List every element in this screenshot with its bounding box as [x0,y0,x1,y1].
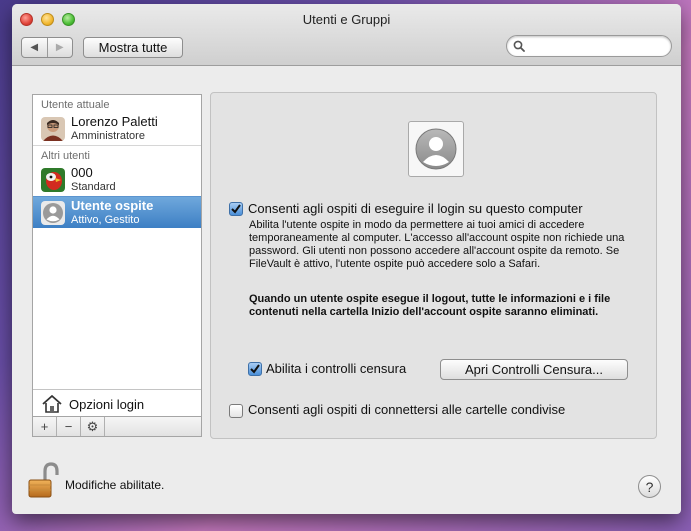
checkmark-icon [250,364,260,374]
user-item-000[interactable]: 000 Standard [33,164,201,196]
guest-settings-pane: Consenti agli ospiti di eseguire il logi… [210,92,657,439]
guest-avatar [41,201,65,225]
shared-folders-label[interactable]: Consenti agli ospiti di connettersi alle… [248,402,565,417]
lock-icon[interactable] [24,462,60,500]
user-role: Attivo, Gestito [71,214,140,226]
search-input[interactable] [506,35,672,57]
guest-description: Abilita l'utente ospite in modo da perme… [249,219,625,270]
current-user-header: Utente attuale [41,99,110,111]
window-title: Utenti e Gruppi [302,12,391,27]
shared-folders-checkbox[interactable] [229,404,243,418]
add-user-button[interactable]: + [33,417,57,436]
login-options-label: Opzioni login [69,396,145,412]
checkmark-icon [231,204,241,214]
users-sidebar: Utente attuale Lorenzo Paletti Amministr… [32,94,202,437]
sidebar-toolbar: + − ⚙ [33,416,201,436]
toolbar-spacer [105,417,201,436]
search-icon [513,40,525,52]
other-users-header: Altri utenti [41,150,90,162]
titlebar: Utenti e Gruppi ◀ ▶ Mostra tutte [12,4,681,66]
user-role: Standard [71,181,116,193]
user-name: 000 [71,165,93,180]
gear-icon[interactable]: ⚙ [81,417,105,436]
guest-user-icon [415,128,457,170]
lock-status-text: Modifiche abilitate. [65,478,165,492]
user-role: Amministratore [71,130,145,142]
help-button[interactable]: ? [638,475,661,498]
allow-guest-login-label[interactable]: Consenti agli ospiti di eseguire il logi… [248,201,583,216]
guest-picture[interactable] [408,121,464,177]
house-icon [42,395,62,413]
avatar [41,117,65,141]
user-item-current[interactable]: Lorenzo Paletti Amministratore [33,113,201,145]
open-parental-controls-button[interactable]: Apri Controlli Censura... [440,359,628,380]
preferences-window: Utenti e Gruppi ◀ ▶ Mostra tutte Utente … [12,4,681,514]
user-item-guest[interactable]: Utente ospite Attivo, Gestito [33,196,201,228]
avatar [41,168,65,192]
nav-buttons: ◀ ▶ [21,37,73,58]
forward-button[interactable]: ▶ [46,38,73,57]
allow-guest-login-checkbox[interactable] [229,202,243,216]
user-name: Utente ospite [71,198,154,213]
login-options-item[interactable]: Opzioni login [33,389,201,418]
parental-controls-checkbox[interactable] [248,362,262,376]
user-name: Lorenzo Paletti [71,114,158,129]
remove-user-button[interactable]: − [57,417,81,436]
parental-controls-label[interactable]: Abilita i controlli censura [266,361,406,376]
guest-logout-warning: Quando un utente ospite esegue il logout… [249,293,611,318]
back-button[interactable]: ◀ [22,38,47,57]
show-all-button[interactable]: Mostra tutte [83,37,183,58]
